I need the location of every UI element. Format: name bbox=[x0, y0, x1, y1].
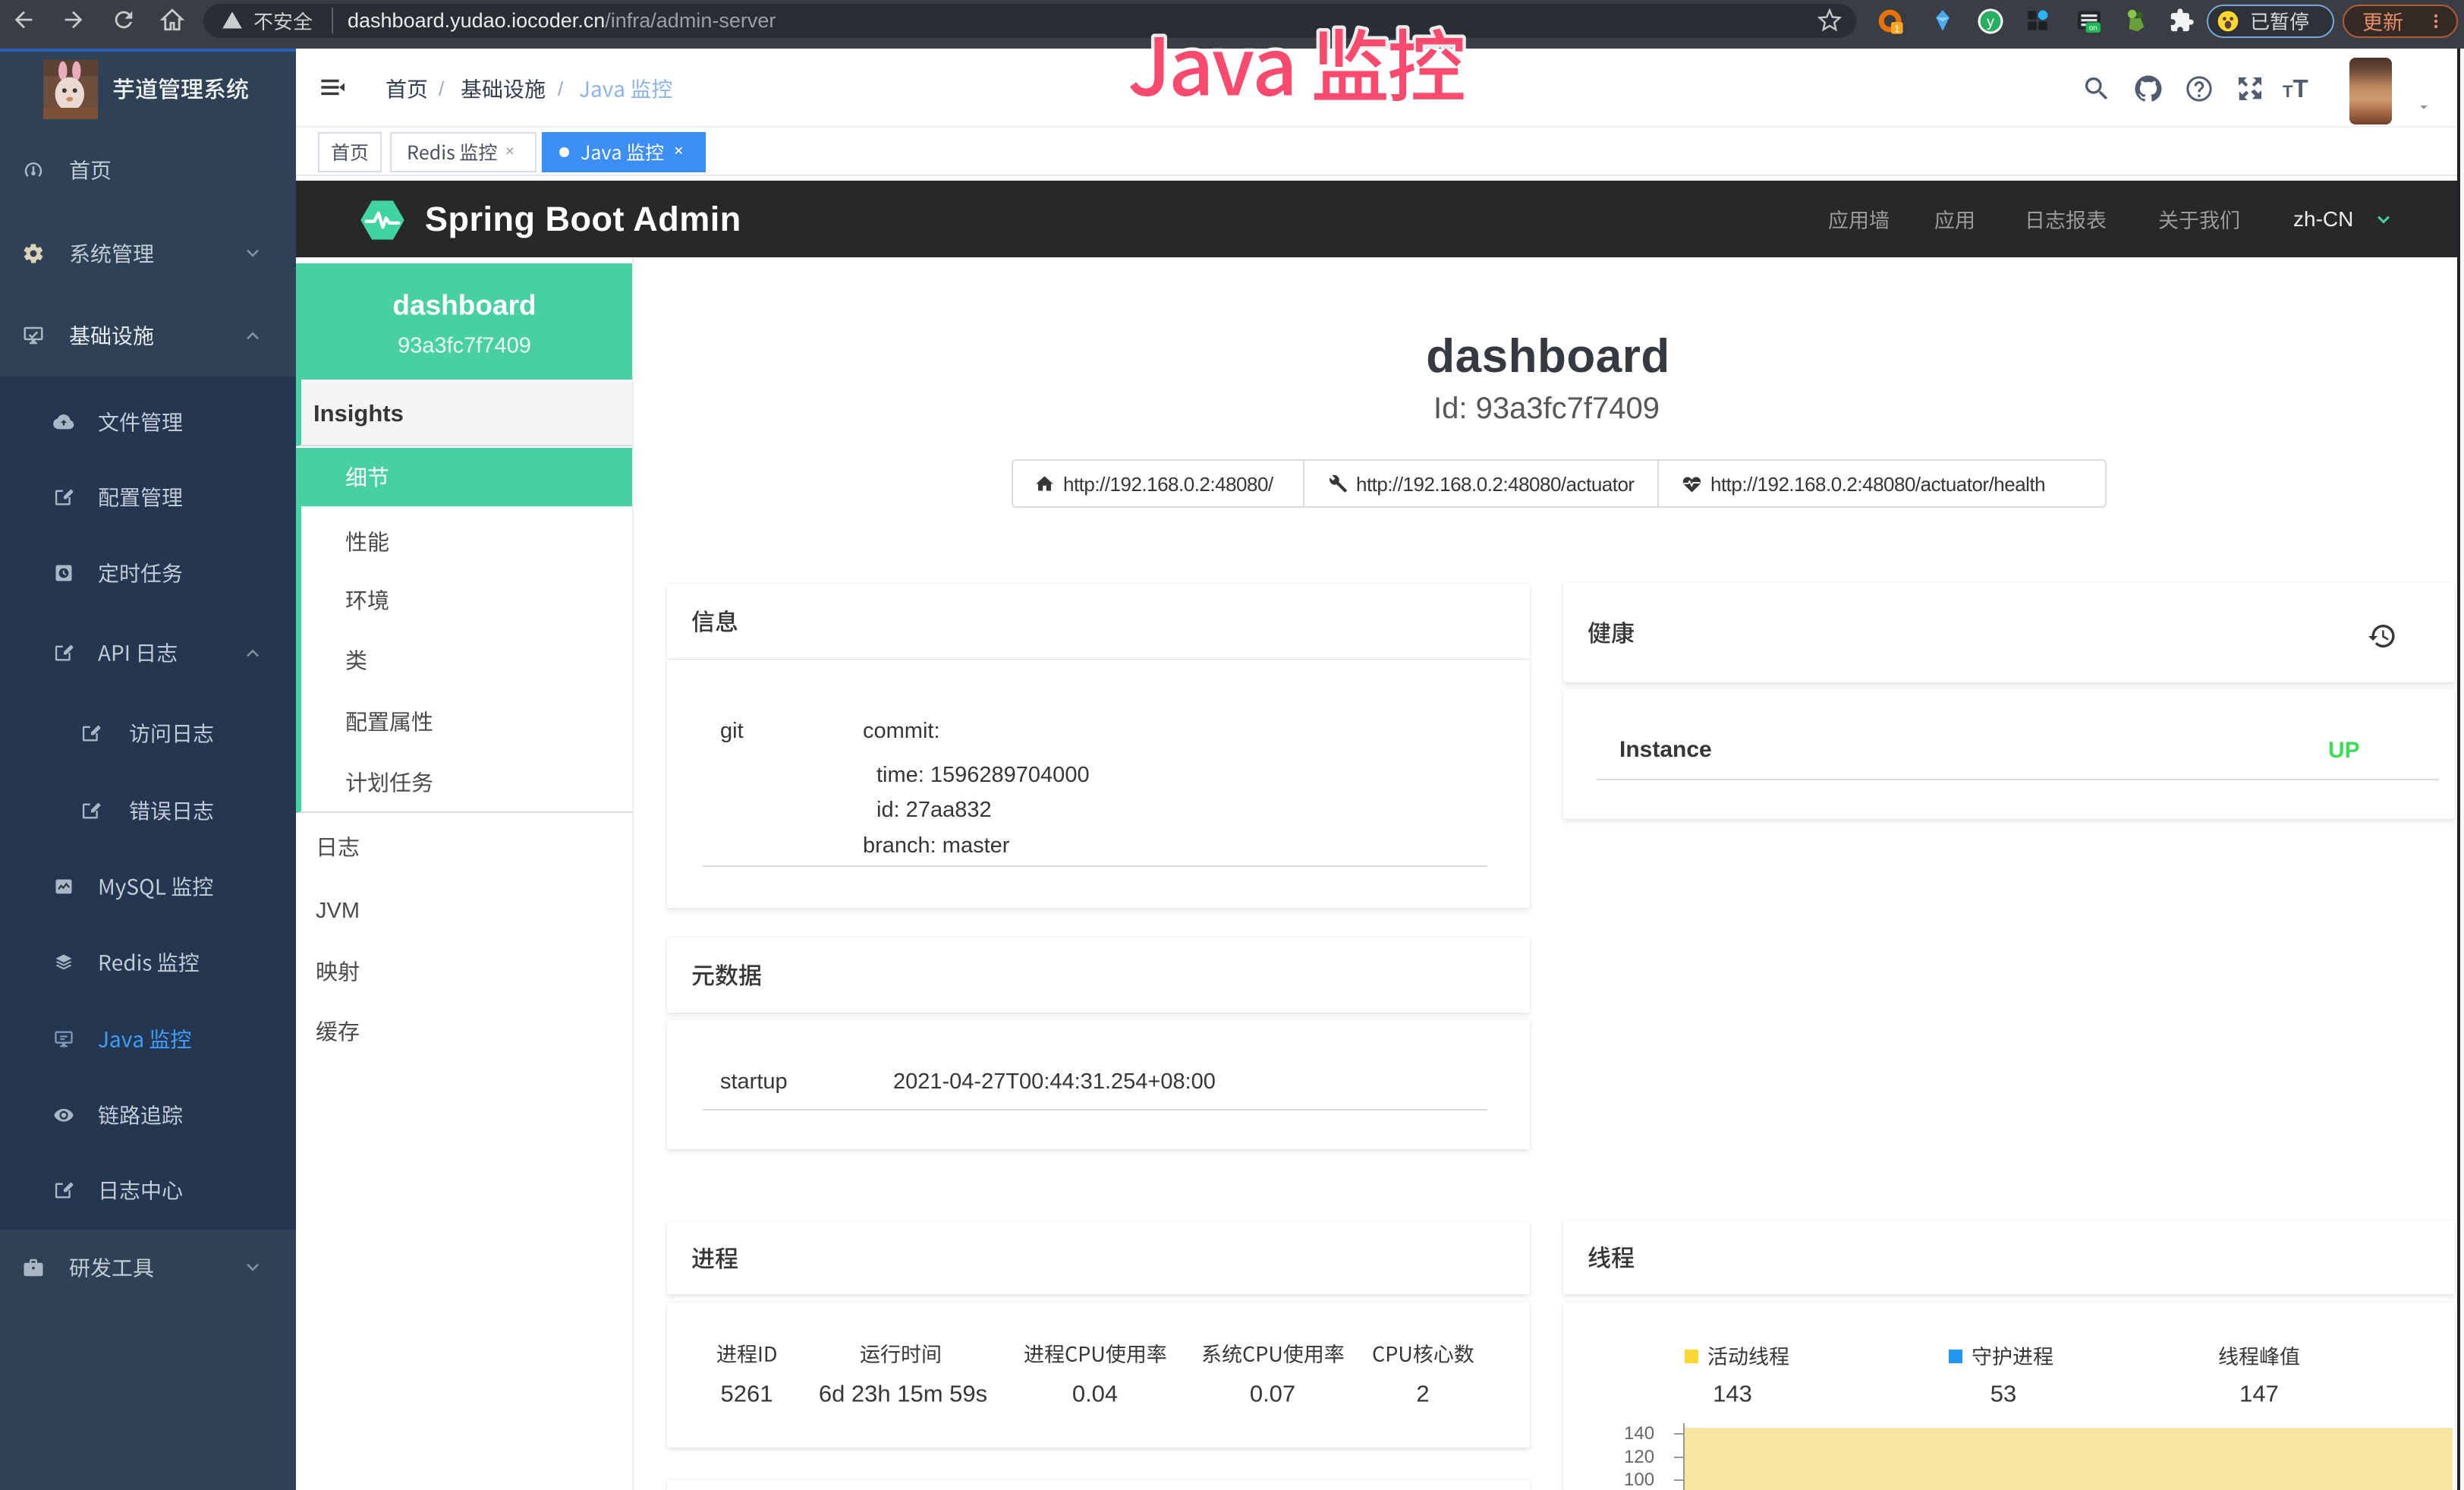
svg-text:y: y bbox=[1987, 14, 1994, 30]
svg-text:1: 1 bbox=[1894, 23, 1899, 34]
svg-text:on: on bbox=[2089, 24, 2097, 33]
